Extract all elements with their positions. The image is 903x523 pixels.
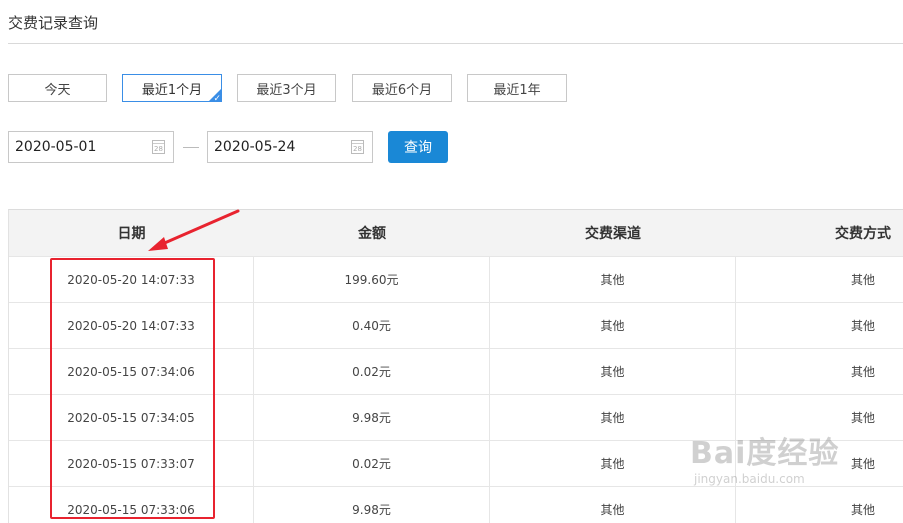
date-cell: 2020-05-20 14:07:33 [9, 257, 254, 302]
channel-cell: 其他 [490, 303, 736, 348]
page-title: 交费记录查询 [8, 14, 99, 32]
date-range-separator [183, 147, 199, 148]
column-header-channel: 交费渠道 [585, 226, 641, 242]
method-cell: 其他 [850, 457, 875, 471]
channel-cell: 其他 [490, 257, 736, 302]
end-date-value: 2020-05-24 [214, 139, 296, 155]
payment-records-table: 日期 金额 交费渠道 交费方式 2020-05-20 14:07:33 199.… [8, 209, 903, 523]
range-label: 今天 [44, 82, 71, 98]
calendar-icon[interactable]: 28 [351, 140, 364, 154]
column-header-method: 交费方式 [835, 226, 891, 242]
amount-cell: 9.98元 [254, 487, 490, 523]
column-header-date: 日期 [117, 226, 146, 242]
range-6-months-button[interactable]: 最近6个月 [352, 74, 452, 102]
table-row: 2020-05-15 07:33:06 9.98元 其他 其他 [9, 486, 903, 523]
channel-cell: 其他 [490, 395, 736, 440]
amount-cell: 9.98元 [254, 395, 490, 440]
date-cell: 2020-05-15 07:34:05 [9, 395, 254, 440]
start-date-input[interactable]: 2020-05-01 28 [8, 131, 174, 163]
table-row: 2020-05-15 07:34:06 0.02元 其他 其他 [9, 348, 903, 394]
amount-cell: 0.02元 [254, 441, 490, 486]
table-row: 2020-05-15 07:33:07 0.02元 其他 其他 [9, 440, 903, 486]
method-cell: 其他 [850, 503, 875, 517]
channel-cell: 其他 [490, 487, 736, 523]
table-row: 2020-05-20 14:07:33 0.40元 其他 其他 [9, 302, 903, 348]
end-date-input[interactable]: 2020-05-24 28 [207, 131, 373, 163]
method-cell: 其他 [850, 365, 875, 379]
range-1-year-button[interactable]: 最近1年 [467, 74, 567, 102]
title-divider [8, 43, 903, 44]
query-button[interactable]: 查询 [388, 131, 448, 163]
column-header-amount: 金额 [358, 226, 386, 242]
amount-cell: 0.02元 [254, 349, 490, 394]
date-cell: 2020-05-15 07:33:07 [9, 441, 254, 486]
date-cell: 2020-05-15 07:33:06 [9, 487, 254, 523]
table-row: 2020-05-15 07:34:05 9.98元 其他 其他 [9, 394, 903, 440]
range-3-months-button[interactable]: 最近3个月 [237, 74, 336, 102]
range-label: 最近6个月 [371, 82, 433, 98]
range-label: 最近1个月 [141, 82, 203, 98]
range-label: 最近1年 [493, 82, 541, 98]
amount-cell: 199.60元 [254, 257, 490, 302]
date-cell: 2020-05-20 14:07:33 [9, 303, 254, 348]
table-row: 2020-05-20 14:07:33 199.60元 其他 其他 [9, 256, 903, 302]
table-header: 日期 金额 交费渠道 交费方式 [9, 210, 903, 256]
method-cell: 其他 [850, 411, 875, 425]
method-cell: 其他 [850, 319, 875, 333]
start-date-value: 2020-05-01 [15, 139, 97, 155]
calendar-icon[interactable]: 28 [152, 140, 165, 154]
range-1-month-button[interactable]: 最近1个月 ✓ [122, 74, 222, 102]
range-label: 最近3个月 [256, 82, 317, 98]
amount-cell: 0.40元 [254, 303, 490, 348]
channel-cell: 其他 [490, 441, 736, 486]
channel-cell: 其他 [490, 349, 736, 394]
selected-check-icon: ✓ [208, 88, 222, 102]
date-cell: 2020-05-15 07:34:06 [9, 349, 254, 394]
range-today-button[interactable]: 今天 [8, 74, 107, 102]
method-cell: 其他 [850, 273, 875, 287]
